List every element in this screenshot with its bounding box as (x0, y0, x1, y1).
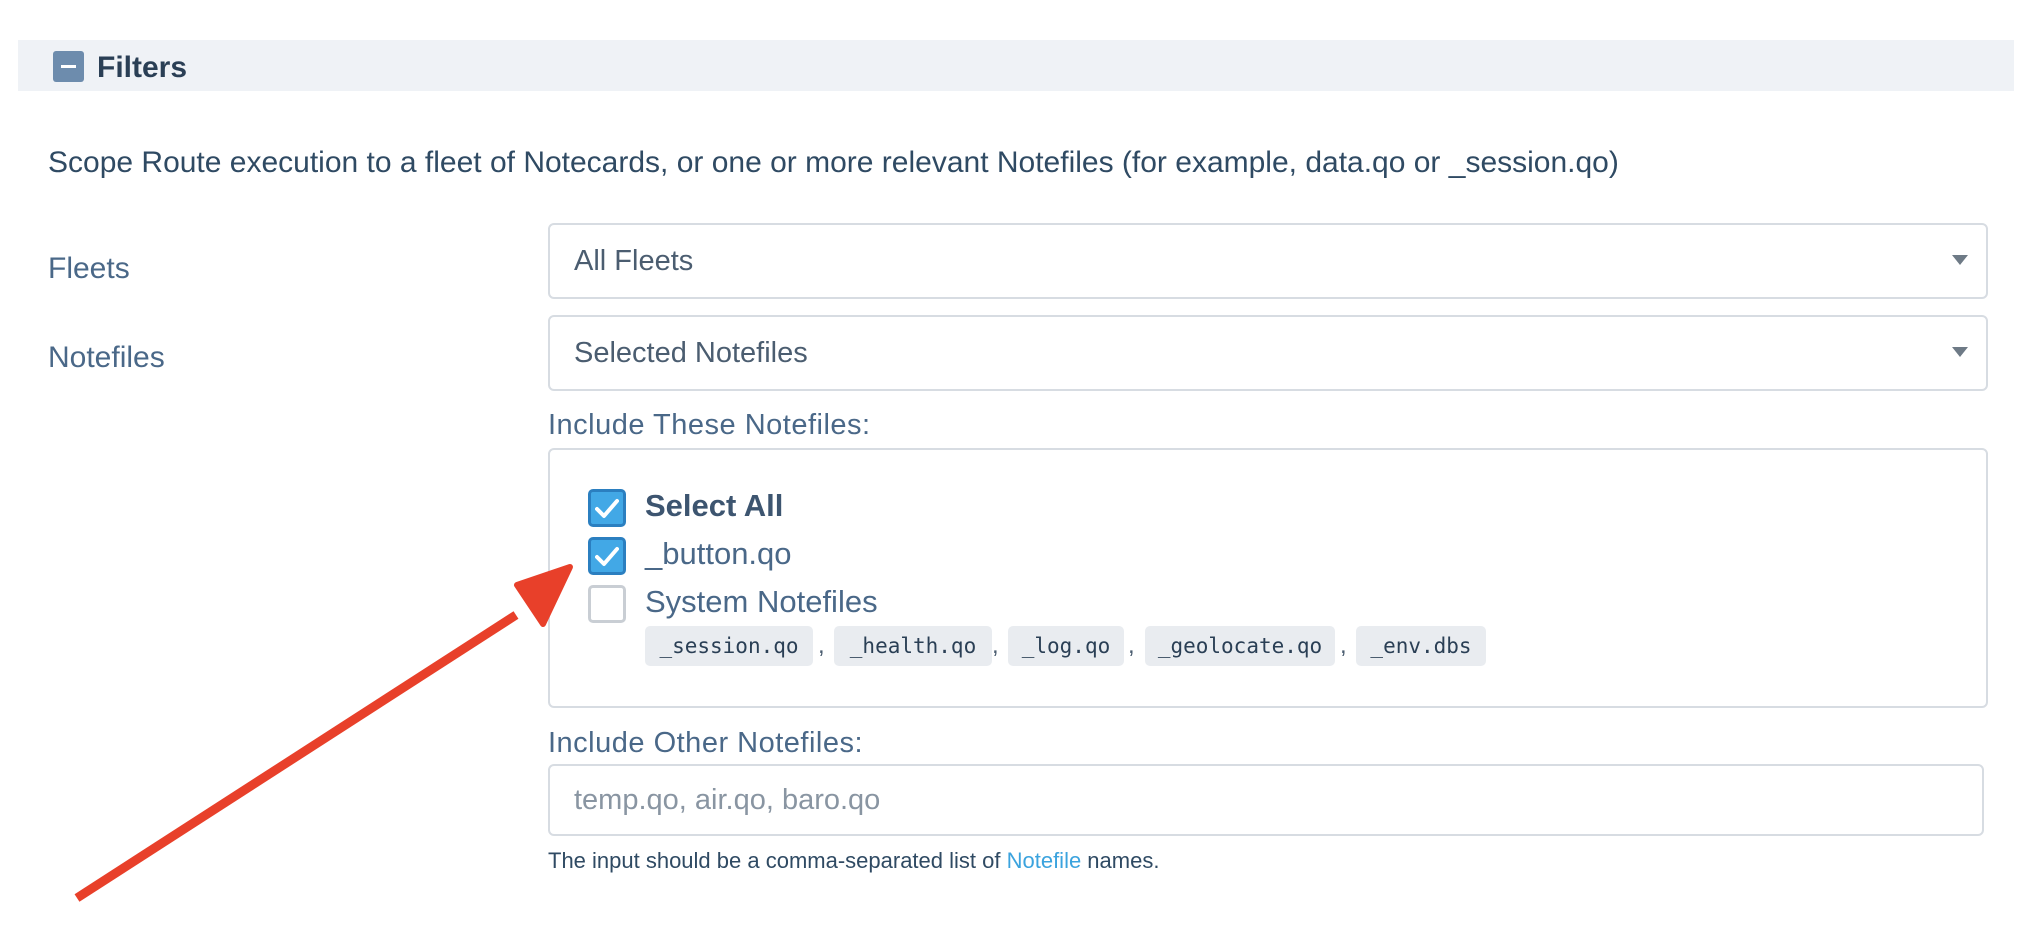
chip-separator: , (1340, 632, 1347, 659)
check-icon (595, 547, 619, 566)
chip-separator: , (818, 632, 825, 659)
system-notefile-chip: _env.dbs (1356, 626, 1486, 666)
system-notefiles-label[interactable]: System Notefiles (645, 582, 878, 622)
other-notefiles-input[interactable] (548, 764, 1984, 836)
include-other-label: Include Other Notefiles: (548, 727, 864, 759)
fleets-label: Fleets (48, 252, 130, 285)
button-qo-checkbox[interactable] (588, 537, 626, 575)
minus-square-icon[interactable] (53, 51, 84, 82)
help-text-prefix: The input should be a comma-separated li… (548, 848, 1007, 873)
chip-separator: , (1128, 632, 1135, 659)
notefiles-select[interactable]: Selected Notefiles (548, 315, 1988, 391)
fleets-select[interactable]: All Fleets (548, 223, 1988, 299)
check-icon (595, 499, 619, 518)
help-text-suffix: names. (1081, 848, 1160, 873)
system-notefile-chip: _geolocate.qo (1145, 626, 1335, 666)
system-notefile-chip: _session.qo (645, 626, 813, 666)
system-notefile-chip: _log.qo (1008, 626, 1124, 666)
filters-header[interactable] (18, 40, 2014, 91)
filters-title[interactable]: Filters (97, 48, 187, 88)
filters-description: Scope Route execution to a fleet of Note… (48, 146, 1619, 179)
button-qo-label[interactable]: _button.qo (645, 534, 792, 574)
chevron-down-icon (1952, 255, 1968, 265)
chevron-down-icon (1952, 347, 1968, 357)
system-notefile-chip: _health.qo (834, 626, 992, 666)
notefiles-select-value: Selected Notefiles (574, 337, 808, 369)
other-notefiles-help: The input should be a comma-separated li… (548, 846, 1159, 876)
notefiles-label: Notefiles (48, 341, 165, 374)
fleets-select-value: All Fleets (574, 245, 694, 277)
select-all-checkbox[interactable] (588, 489, 626, 527)
notefile-docs-link[interactable]: Notefile (1007, 848, 1082, 873)
system-notefiles-checkbox[interactable] (588, 585, 626, 623)
select-all-label[interactable]: Select All (645, 486, 783, 526)
include-these-label: Include These Notefiles: (548, 409, 871, 441)
chip-separator: , (992, 632, 999, 659)
